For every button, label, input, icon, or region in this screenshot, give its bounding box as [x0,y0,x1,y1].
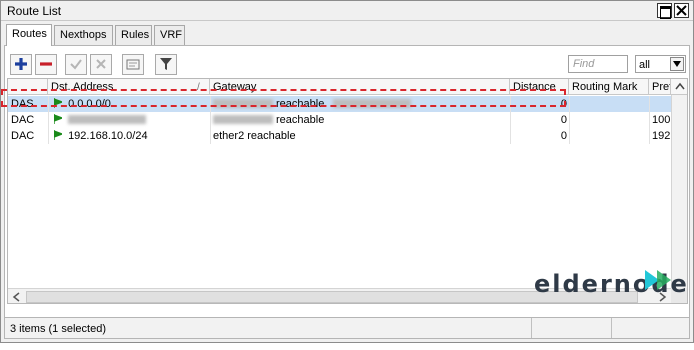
dropdown-button[interactable] [670,57,684,71]
redacted-gateway-blur [213,115,273,124]
add-icon [15,58,27,70]
disable-button[interactable] [90,54,112,75]
row-routing-mark [569,96,649,112]
row-routing-mark [569,112,649,128]
row-gateway-text: reachable [276,114,325,126]
scroll-left-icon[interactable] [11,291,23,303]
table-row[interactable]: DAC reachable 0 100.94 [8,112,671,128]
status-divider [531,318,532,338]
route-active-flag-icon [54,114,62,124]
status-text: 3 items (1 selected) [10,323,106,335]
close-button[interactable] [674,3,689,18]
highlight-selection-box [1,89,566,107]
maximize-button[interactable] [657,3,672,19]
close-icon [676,5,687,16]
tab-routes[interactable]: Routes [6,24,52,46]
tab-rules[interactable]: Rules [115,25,152,45]
redacted-dst-blur [68,115,147,124]
row-dst-address: 192.168.10.0/24 [48,128,210,144]
remove-icon [40,62,52,66]
add-button[interactable] [10,54,32,75]
enable-button[interactable] [65,54,87,75]
row-distance: 0 [560,130,567,142]
row-dst-address [48,112,210,128]
filter-select-value: all [639,59,651,71]
chevron-up-icon [675,82,685,90]
filter-select[interactable]: all [635,55,686,73]
row-routing-mark [569,128,649,144]
row-pref-src [649,96,671,112]
filter-button[interactable] [155,54,177,75]
filter-icon [160,58,172,70]
status-divider [611,318,612,338]
route-active-flag-icon [54,130,62,140]
chevron-down-icon [673,61,681,67]
cross-icon [96,59,106,69]
eldernode-arrow-icon [645,270,671,290]
title-bar[interactable]: Route List [1,1,693,21]
row-flags: DAC [11,114,35,126]
tab-vrf[interactable]: VRF [154,25,185,45]
scroll-up-button[interactable] [671,79,687,95]
row-dst-address-text: 192.168.10.0/24 [68,130,148,142]
column-header-routing-mark[interactable]: Routing Mark [569,79,649,95]
status-bar: 3 items (1 selected) [4,317,690,339]
checkmark-icon [70,59,82,70]
tab-nexthops[interactable]: Nexthops [54,25,113,45]
comment-icon [126,59,140,70]
find-input[interactable]: Find [568,55,628,73]
row-pref-src: 192.16 [652,130,671,142]
window-title: Route List [7,4,62,18]
row-flags: DAC [11,130,35,142]
row-distance: 0 [560,114,567,126]
row-gateway: ether2 reachable [213,130,296,142]
vertical-scrollbar[interactable] [671,95,687,288]
row-pref-src: 100.94 [652,114,671,126]
column-divider [569,96,570,144]
comment-button[interactable] [122,54,144,75]
table-row[interactable]: DAC 192.168.10.0/24 ether2 reachable 0 1… [8,128,671,144]
column-header-pref-src[interactable]: Pref [649,79,671,95]
column-divider [649,96,650,144]
remove-button[interactable] [35,54,57,75]
row-gateway: reachable [210,112,510,128]
